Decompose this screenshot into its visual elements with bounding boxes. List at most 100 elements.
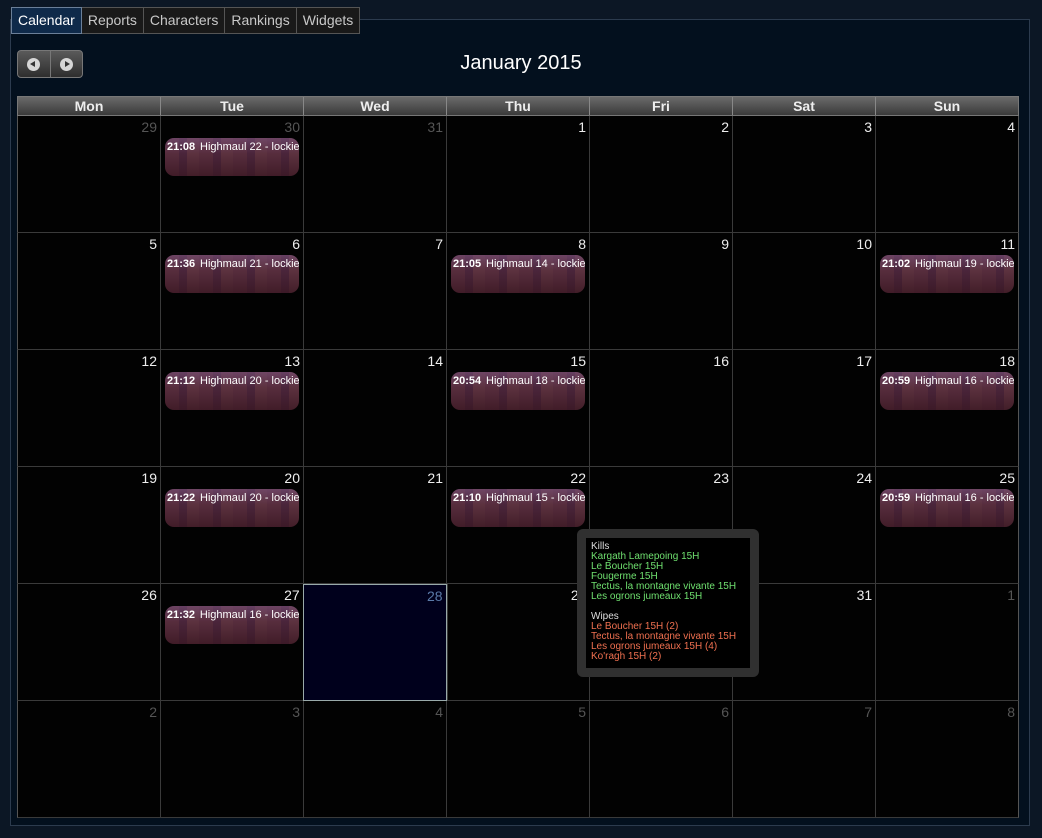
tab-characters[interactable]: Characters bbox=[143, 7, 226, 34]
event-title: Highmaul 15 - lockie bbox=[486, 492, 585, 504]
day-cell[interactable]: 7 bbox=[732, 701, 875, 818]
day-cell[interactable]: 1 bbox=[446, 116, 589, 233]
day-number: 6 bbox=[292, 236, 300, 252]
day-number: 3 bbox=[292, 704, 300, 720]
day-number: 21 bbox=[427, 470, 443, 486]
tab-calendar[interactable]: Calendar bbox=[11, 7, 82, 34]
calendar-week-row: 19 20 21:22 Highmaul 20 - lockie 21 22 21:10 Hi… bbox=[17, 467, 1019, 584]
raid-event[interactable]: 21:22 Highmaul 20 - lockie bbox=[165, 489, 299, 527]
day-cell[interactable]: 6 21:36 Highmaul 21 - lockie bbox=[160, 233, 303, 350]
calendar-week-row: 262721:32Highmaul 16 - lockie282930311 bbox=[17, 584, 1020, 701]
raid-event[interactable]: 21:05 Highmaul 14 - lockie bbox=[451, 255, 585, 293]
event-title: Highmaul 16 - lockie bbox=[915, 375, 1014, 387]
weekday-thu: Thu bbox=[446, 97, 589, 115]
day-number: 26 bbox=[141, 587, 157, 603]
kills-list: Kargath Lamepoing 15H Le Boucher 15H Fouge… bbox=[591, 552, 745, 602]
day-cell[interactable]: 29 bbox=[446, 584, 590, 701]
day-cell[interactable]: 3 bbox=[732, 116, 875, 233]
raid-event[interactable]: 21:02 Highmaul 19 - lockie bbox=[880, 255, 1014, 293]
wipe-entry: Ko'ragh 15H (2) bbox=[591, 651, 662, 662]
day-number: 9 bbox=[721, 236, 729, 252]
day-number: 16 bbox=[713, 353, 729, 369]
day-cell[interactable]: 10 bbox=[732, 233, 875, 350]
day-cell[interactable]: 18 20:59 Highmaul 16 - lockie bbox=[875, 350, 1019, 467]
day-number: 13 bbox=[284, 353, 300, 369]
event-title: Highmaul 19 - lockie bbox=[915, 258, 1014, 270]
day-cell[interactable]: 2 bbox=[17, 701, 160, 818]
day-cell[interactable]: 30 21:08 Highmaul 22 - lockie bbox=[160, 116, 303, 233]
raid-event[interactable]: 21:32 Highmaul 16 - lockie bbox=[164, 606, 299, 644]
calendar-weeks: 29 30 21:08 Highmaul 22 - lockie 31 1 2 3 4 5 6 21:… bbox=[17, 116, 1020, 818]
day-number: 28 bbox=[427, 588, 443, 604]
day-cell[interactable]: 31 bbox=[303, 116, 446, 233]
day-cell[interactable]: 4 bbox=[875, 116, 1019, 233]
event-time: 21:36 bbox=[167, 258, 196, 270]
day-cell[interactable]: 14 bbox=[303, 350, 446, 467]
event-time: 21:02 bbox=[882, 258, 911, 270]
day-number: 11 bbox=[1000, 236, 1015, 252]
day-cell[interactable]: 21 bbox=[303, 467, 446, 584]
day-number: 17 bbox=[856, 353, 872, 369]
weekday-header: Mon Tue Wed Thu Fri Sat Sun bbox=[17, 96, 1019, 116]
day-cell[interactable]: 4 bbox=[303, 701, 446, 818]
tab-rankings[interactable]: Rankings bbox=[225, 7, 297, 34]
event-title: Highmaul 16 - lockie bbox=[915, 492, 1014, 504]
raid-event[interactable]: 21:12 Highmaul 20 - lockie bbox=[165, 372, 299, 410]
day-cell[interactable]: 7 bbox=[303, 233, 446, 350]
day-cell[interactable]: 13 21:12 Highmaul 20 - lockie bbox=[160, 350, 303, 467]
day-cell[interactable]: 15 20:54 Highmaul 18 - lockie bbox=[446, 350, 589, 467]
raid-event[interactable]: 21:36 Highmaul 21 - lockie bbox=[165, 255, 299, 293]
day-number: 12 bbox=[141, 353, 157, 369]
day-cell[interactable]: 19 bbox=[17, 467, 160, 584]
day-number: 2 bbox=[721, 119, 729, 135]
day-cell[interactable]: 22 21:10 Highmaul 15 - lockie bbox=[446, 467, 589, 584]
event-time: 21:12 bbox=[167, 375, 196, 387]
day-number: 4 bbox=[1007, 119, 1015, 135]
day-number: 1 bbox=[1007, 587, 1016, 603]
raid-event[interactable]: 20:59 Highmaul 16 - lockie bbox=[880, 489, 1014, 527]
raid-event[interactable]: 20:54 Highmaul 18 - lockie bbox=[451, 372, 585, 410]
raid-tooltip-content: Kills Kargath Lamepoing 15H Le Boucher 15… bbox=[586, 538, 750, 668]
day-cell[interactable]: 26 bbox=[17, 584, 160, 701]
calendar-week-row: 12 13 21:12 Highmaul 20 - lockie 14 15 20:54 Hi… bbox=[17, 350, 1019, 467]
event-time: 20:59 bbox=[882, 375, 911, 387]
day-cell[interactable]: 25 20:59 Highmaul 16 - lockie bbox=[875, 467, 1019, 584]
day-cell[interactable]: 29 bbox=[17, 116, 160, 233]
day-number: 10 bbox=[856, 236, 872, 252]
wipes-list: Le Boucher 15H (2) Tectus, la montagne vi… bbox=[591, 622, 745, 662]
day-cell[interactable]: 6 bbox=[589, 701, 732, 818]
day-cell[interactable]: 2 bbox=[589, 116, 732, 233]
day-cell[interactable]: 9 bbox=[589, 233, 732, 350]
day-number: 24 bbox=[856, 470, 872, 486]
month-title: January 2015 bbox=[460, 52, 582, 74]
day-cell[interactable]: 27 21:32 Highmaul 16 - lockie bbox=[159, 584, 303, 701]
day-cell[interactable]: 5 bbox=[446, 701, 589, 818]
event-time: 20:59 bbox=[882, 492, 911, 504]
day-number: 14 bbox=[427, 353, 443, 369]
day-cell[interactable]: 8 21:05 Highmaul 14 - lockie bbox=[446, 233, 589, 350]
raid-event[interactable]: 20:59 Highmaul 16 - lockie bbox=[880, 372, 1014, 410]
weekday-wed: Wed bbox=[303, 97, 446, 115]
day-number: 7 bbox=[864, 704, 872, 720]
day-cell[interactable]: 8 bbox=[875, 701, 1019, 818]
tab-reports[interactable]: Reports bbox=[81, 7, 144, 34]
raid-tooltip: Kills Kargath Lamepoing 15H Le Boucher 15… bbox=[577, 529, 759, 677]
day-cell[interactable]: 12 bbox=[17, 350, 160, 467]
day-cell[interactable]: 11 21:02 Highmaul 19 - lockie bbox=[875, 233, 1019, 350]
day-cell[interactable]: 5 bbox=[17, 233, 160, 350]
event-time: 21:32 bbox=[166, 609, 195, 621]
raid-event[interactable]: 21:10 Highmaul 15 - lockie bbox=[451, 489, 585, 527]
day-number: 27 bbox=[284, 587, 300, 603]
tab-bar: Calendar Reports Characters Rankings Wid… bbox=[11, 7, 361, 34]
day-cell[interactable]: 28 bbox=[302, 584, 447, 701]
tab-widgets[interactable]: Widgets bbox=[296, 7, 361, 34]
day-cell[interactable]: 3 bbox=[160, 701, 303, 818]
day-cell[interactable]: 20 21:22 Highmaul 20 - lockie bbox=[160, 467, 303, 584]
event-title: Highmaul 18 - lockie bbox=[486, 375, 585, 387]
weekday-tue: Tue bbox=[160, 97, 303, 115]
day-cell[interactable]: 17 bbox=[732, 350, 875, 467]
raid-event[interactable]: 21:08 Highmaul 22 - lockie bbox=[165, 138, 299, 176]
day-cell[interactable]: 1 bbox=[875, 584, 1020, 701]
day-cell[interactable]: 16 bbox=[589, 350, 732, 467]
event-time: 21:08 bbox=[167, 141, 196, 153]
